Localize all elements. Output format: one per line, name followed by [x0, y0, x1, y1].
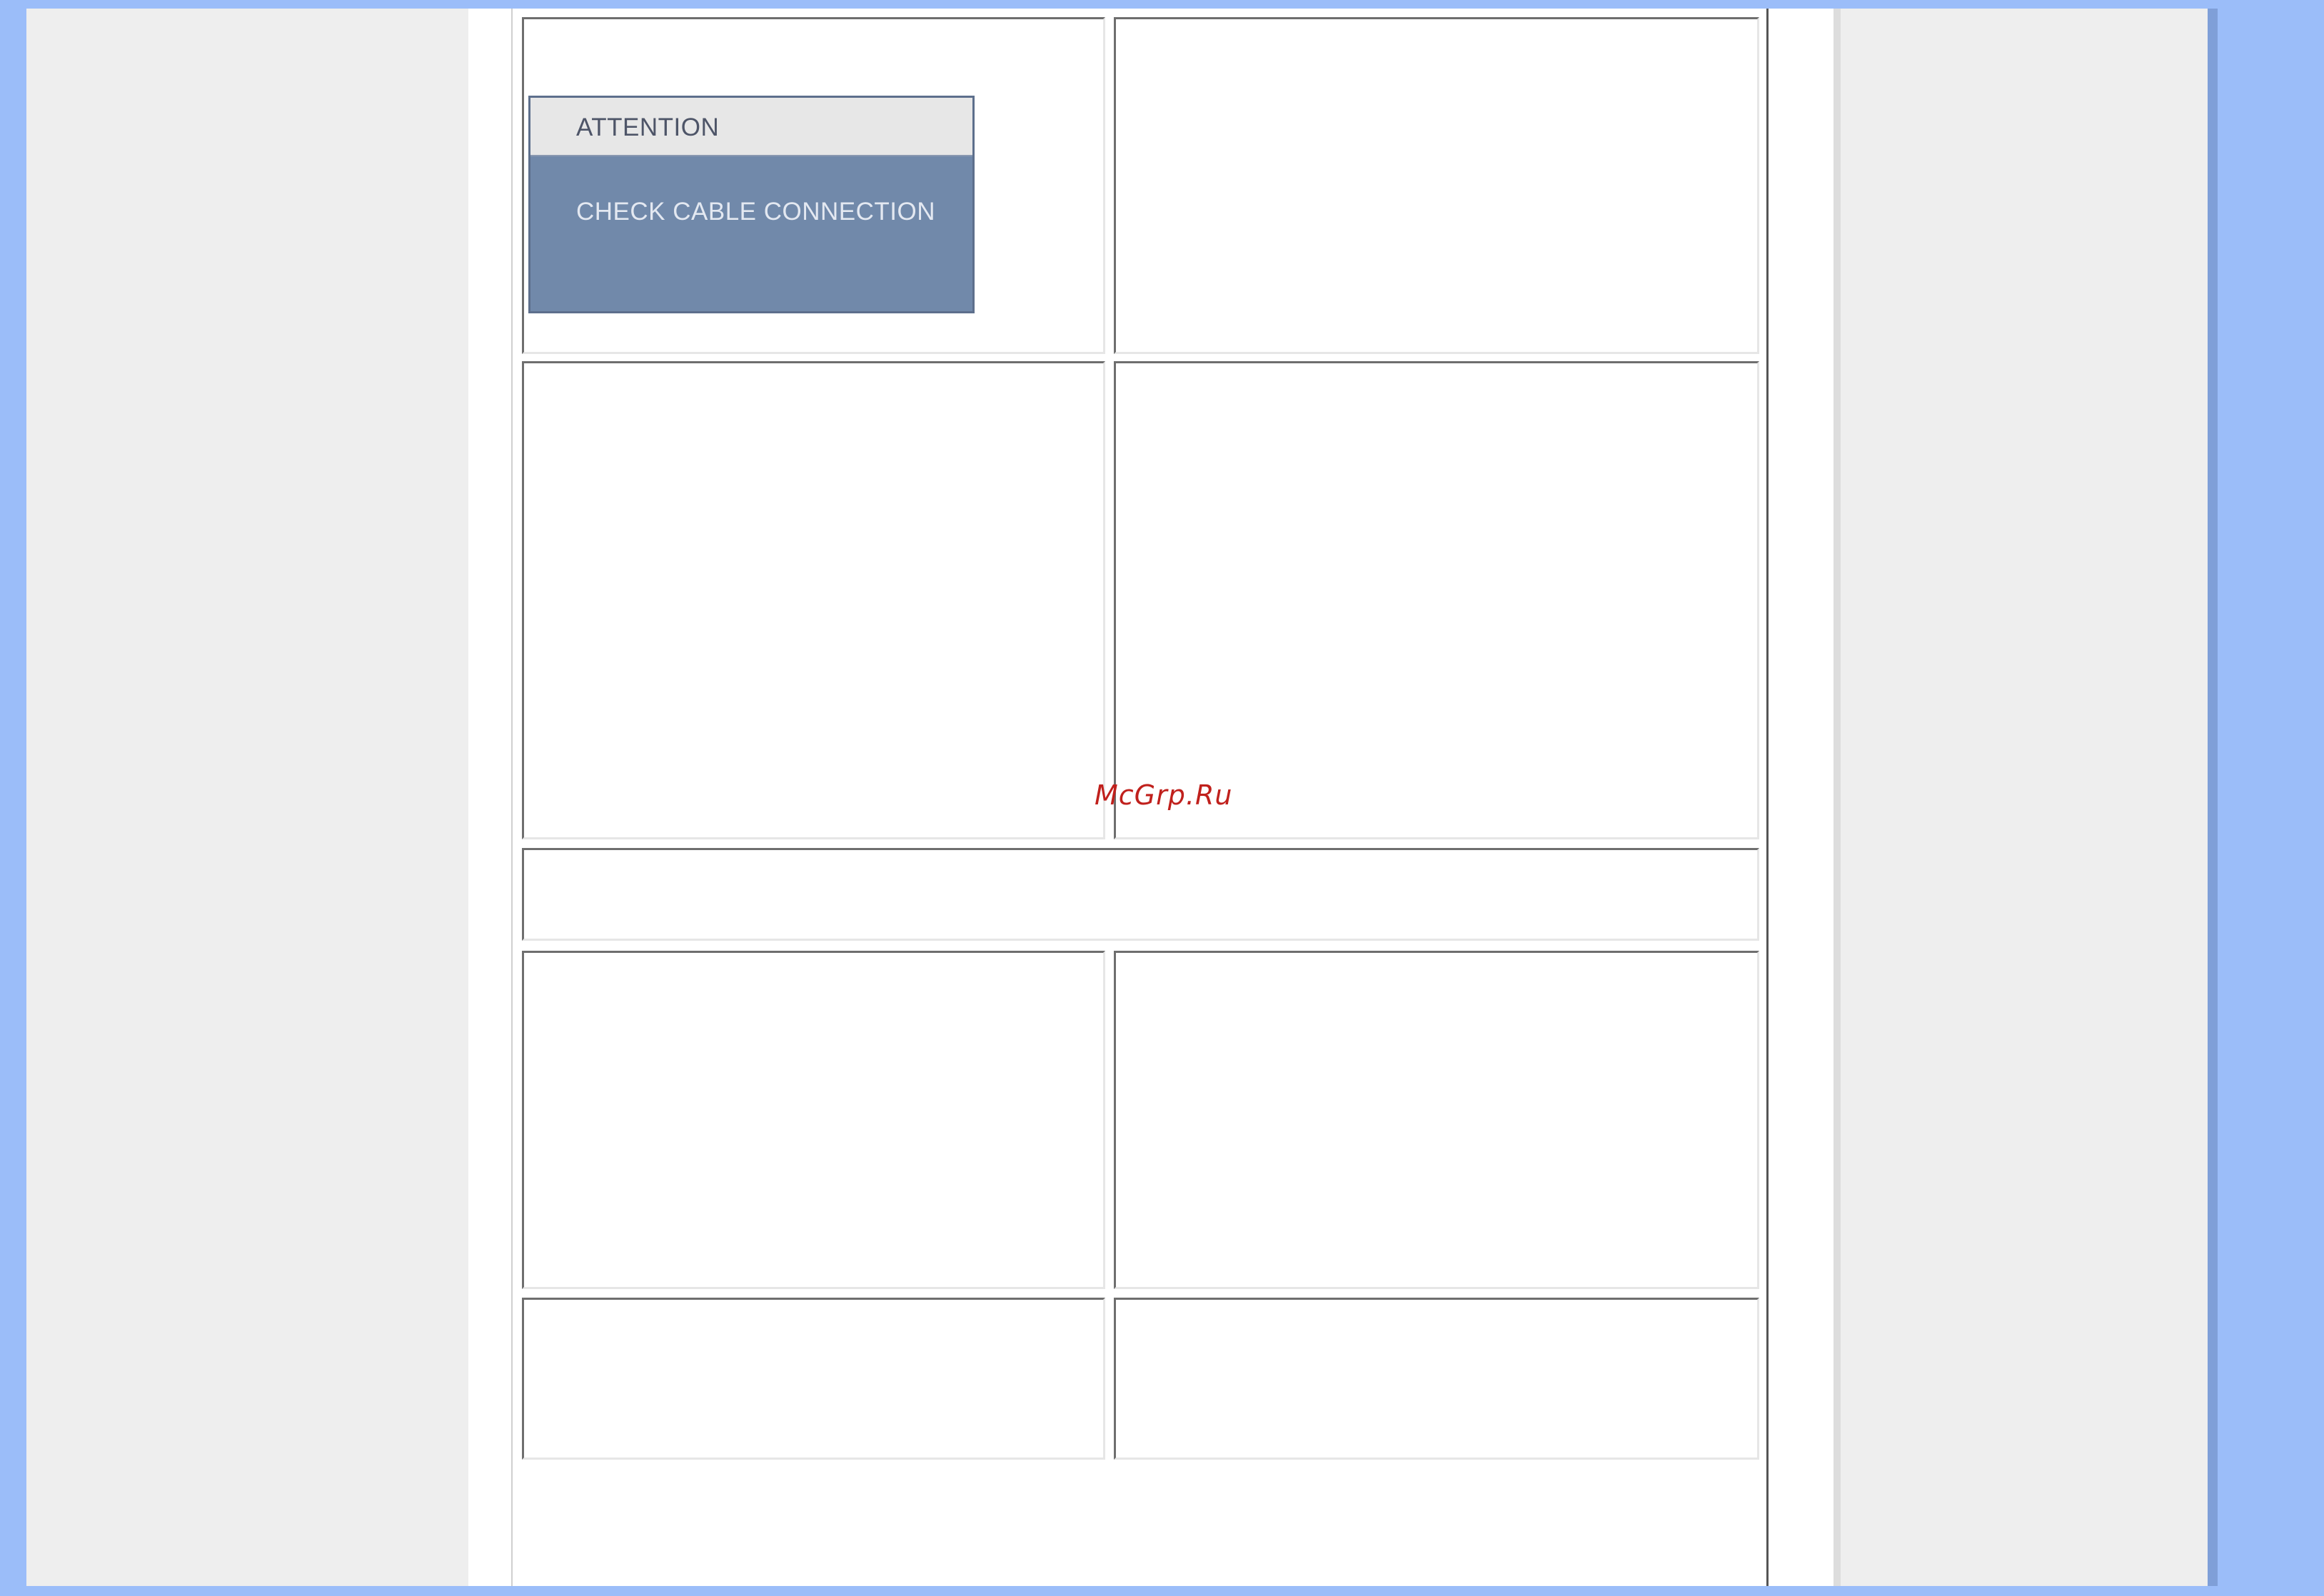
right-margin-rule	[1766, 9, 1769, 1586]
table-cell-r5c1	[522, 1298, 1105, 1460]
table-cell-r4c1	[522, 951, 1105, 1289]
table-cell-r2c1	[522, 361, 1105, 839]
table-cell-r1c2	[1114, 17, 1759, 354]
watermark-text: McGrp.Ru	[1095, 779, 1233, 811]
osd-message: CHECK CABLE CONNECTION	[576, 198, 936, 226]
page-shadow	[1833, 9, 1841, 1586]
osd-title: ATTENTION	[576, 113, 720, 141]
table-cell-r2c2	[1114, 361, 1759, 839]
left-margin-rule	[511, 9, 513, 1586]
table-cell-r4c2	[1114, 951, 1759, 1289]
osd-message-box: ATTENTION CHECK CABLE CONNECTION	[528, 96, 975, 313]
table-cell-r3-full	[522, 848, 1759, 941]
table-cell-r5c2	[1114, 1298, 1759, 1460]
osd-header: ATTENTION	[530, 98, 972, 156]
frame-shadow	[2208, 9, 2218, 1586]
